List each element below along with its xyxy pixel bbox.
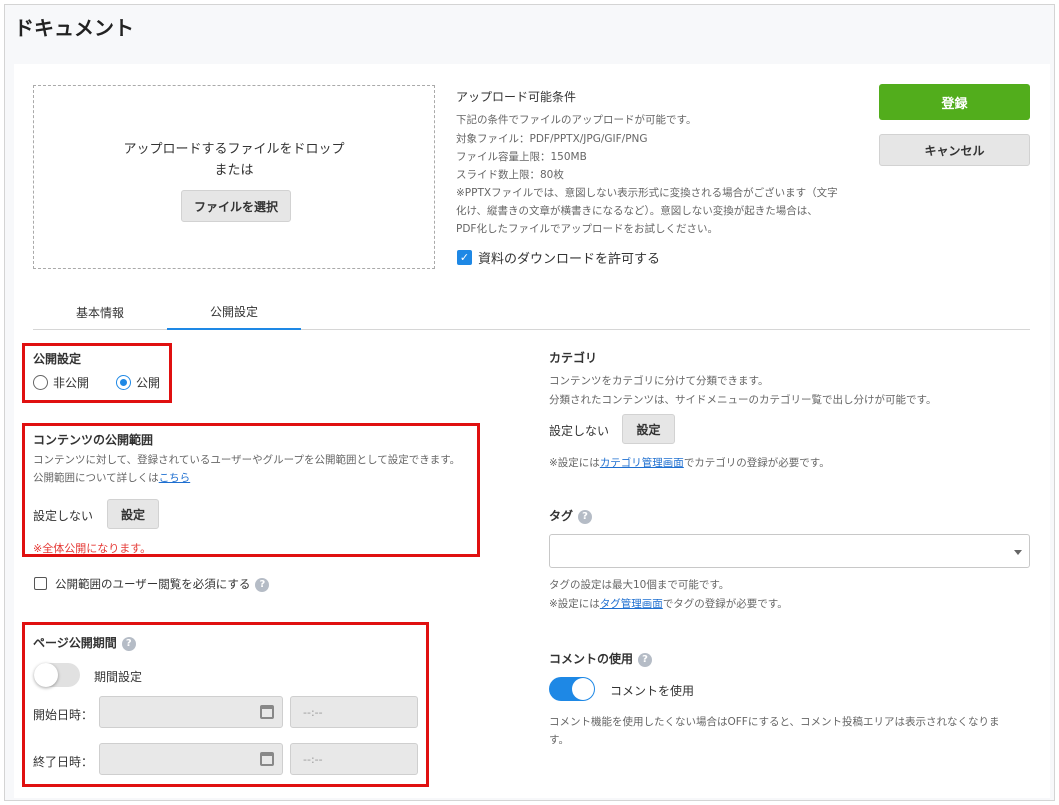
end-time-input[interactable]: --:--	[290, 743, 418, 775]
tag-note: タグの設定は最大10個まで可能です。	[549, 579, 730, 591]
calendar-icon	[260, 705, 274, 719]
register-button[interactable]: 登録	[879, 84, 1030, 120]
file-dropzone[interactable]: アップロードするファイルをドロップ または ファイルを選択	[33, 85, 435, 269]
comment-description: コメント機能を使用したくない場合はOFFにすると、コメント投稿エリアは表示されな…	[549, 716, 1000, 728]
upload-condition-line: ※PPTXファイルでは、意図しない表示形式に変換される場合がございます（文字	[456, 187, 838, 199]
end-datetime-label: 終了日時：	[33, 755, 94, 769]
page-title: ドキュメント	[14, 16, 134, 40]
tab-publish-settings[interactable]: 公開設定	[167, 294, 301, 330]
category-title: カテゴリ	[549, 351, 598, 365]
radio-unchecked-icon	[33, 375, 48, 390]
tag-admin-link[interactable]: タグ管理画面	[600, 598, 663, 610]
calendar-icon	[260, 752, 274, 766]
category-admin-link[interactable]: カテゴリ管理画面	[600, 457, 684, 469]
require-view-row: 公開範囲のユーザー閲覧を必須にする?	[55, 576, 270, 592]
select-file-button[interactable]: ファイルを選択	[181, 190, 291, 222]
start-date-input[interactable]	[99, 696, 283, 728]
category-description: コンテンツをカテゴリに分けて分類できます。	[549, 375, 769, 387]
comment-toggle-label: コメントを使用	[610, 684, 695, 698]
start-time-input[interactable]: --:--	[290, 696, 418, 728]
tag-note-suffix: でタグの登録が必要です。	[662, 598, 788, 610]
comment-description: す。	[549, 734, 569, 746]
category-note: ※設定にはカテゴリ管理画面でカテゴリの登録が必要です。	[549, 455, 830, 470]
period-toggle-label: 期間設定	[94, 670, 143, 684]
publish-setting-title: 公開設定	[33, 352, 82, 366]
category-settings-button[interactable]: 設定	[622, 414, 675, 444]
help-icon[interactable]: ?	[255, 577, 270, 592]
comment-toggle[interactable]	[549, 677, 595, 701]
upload-condition-line: 化け、縦書きの文章が横書きになるなど）。意図しない変換が起きた場合は、	[456, 205, 818, 217]
comment-title-row: コメントの使用?	[549, 650, 653, 667]
scope-description: コンテンツに対して、登録されているユーザーやグループを公開範囲として設定できます…	[33, 454, 461, 466]
dropzone-text: アップロードするファイルをドロップ	[123, 142, 345, 157]
checkmark-icon: ✓	[457, 250, 472, 265]
radio-public-label: 公開	[136, 376, 161, 390]
toggle-knob	[34, 663, 58, 687]
scope-more-info: 公開範囲について詳しくはこちら	[33, 470, 190, 485]
tag-title: タグ	[549, 509, 574, 523]
allow-download-label: 資料のダウンロードを許可する	[478, 252, 661, 267]
allow-download-checkbox[interactable]: ✓ 資料のダウンロードを許可する	[457, 248, 660, 267]
period-toggle[interactable]	[34, 663, 80, 687]
scope-settings-button[interactable]: 設定	[107, 499, 159, 529]
period-title-row: ページ公開期間?	[33, 634, 136, 651]
radio-private-label: 非公開	[53, 376, 90, 390]
tab-bar: 基本情報 公開設定	[33, 294, 1030, 330]
toggle-knob	[572, 678, 594, 700]
upload-condition-line: 下記の条件でファイルのアップロードが可能です。	[456, 114, 697, 126]
scope-more-link[interactable]: こちら	[159, 472, 191, 484]
start-datetime-label: 開始日時：	[33, 708, 94, 722]
period-title: ページ公開期間	[33, 636, 117, 650]
scope-more-prefix: 公開範囲について詳しくは	[33, 472, 159, 484]
dropzone-or-text: または	[214, 163, 254, 178]
tab-basic-info[interactable]: 基本情報	[33, 294, 167, 330]
upload-conditions-title: アップロード可能条件	[456, 90, 577, 104]
upload-condition-line: スライド数上限：80枚	[456, 169, 564, 181]
tag-admin-note: ※設定にはタグ管理画面でタグの登録が必要です。	[549, 596, 788, 611]
help-icon[interactable]: ?	[638, 652, 653, 667]
category-note-prefix: ※設定には	[549, 457, 600, 469]
upload-condition-line: ファイル容量上限：150MB	[456, 151, 587, 163]
require-view-label: 公開範囲のユーザー閲覧を必須にする	[55, 577, 251, 591]
scope-warning: ※全体公開になります。	[33, 542, 152, 555]
upload-condition-line: 対象ファイル：PDF/PPTX/JPG/GIF/PNG	[456, 133, 648, 145]
cancel-button[interactable]: キャンセル	[879, 134, 1030, 166]
category-value: 設定しない	[549, 424, 610, 438]
tag-note-prefix: ※設定には	[549, 598, 600, 610]
comment-title: コメントの使用	[549, 652, 634, 666]
end-date-input[interactable]	[99, 743, 283, 775]
category-note-suffix: でカテゴリの登録が必要です。	[683, 457, 830, 469]
tag-title-row: タグ?	[549, 507, 593, 524]
radio-public[interactable]: 公開	[116, 374, 160, 391]
help-icon[interactable]: ?	[121, 636, 136, 651]
tag-select[interactable]	[549, 534, 1030, 568]
category-description: 分類されたコンテンツは、サイドメニューのカテゴリー覧で出し分けが可能です。	[549, 394, 937, 406]
upload-condition-line: PDF化したファイルでアップロードをお試しください。	[456, 223, 718, 235]
radio-private[interactable]: 非公開	[33, 374, 89, 391]
scope-value: 設定しない	[33, 509, 94, 523]
require-view-checkbox[interactable]	[34, 577, 47, 590]
chevron-down-icon	[1014, 550, 1022, 555]
help-icon[interactable]: ?	[578, 509, 593, 524]
scope-title: コンテンツの公開範囲	[33, 433, 154, 447]
radio-checked-icon	[116, 375, 131, 390]
